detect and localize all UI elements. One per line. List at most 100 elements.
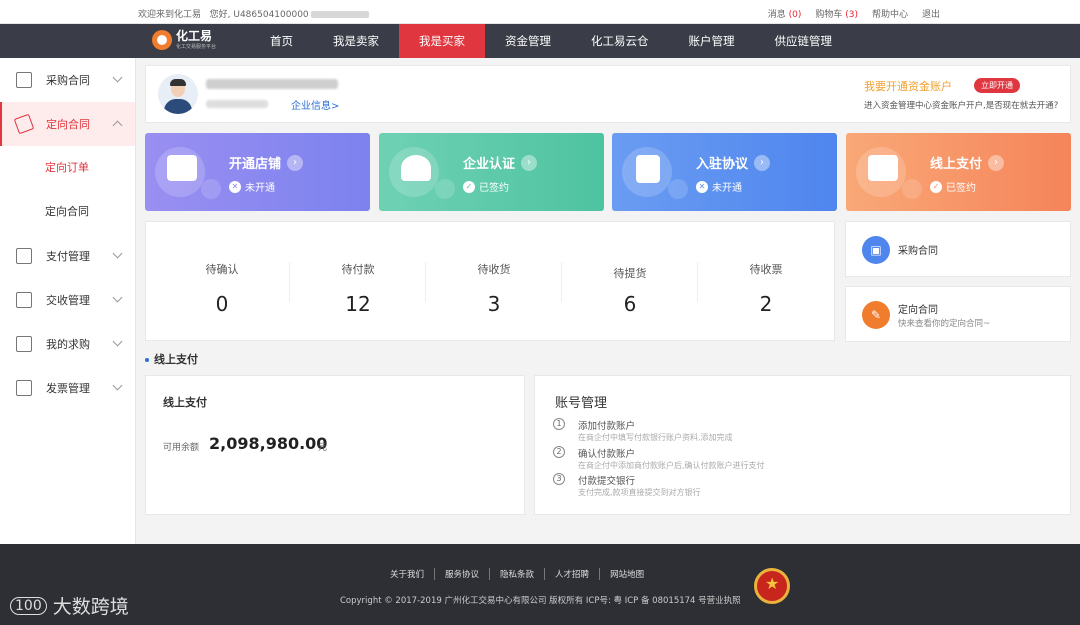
cart-link[interactable]: 购物车 (3) — [815, 7, 858, 20]
sidebar-item-invoice[interactable]: 发票管理 — [0, 366, 135, 410]
sidebar-item-directed-contract[interactable]: 定向合同 — [0, 102, 135, 146]
box-icon — [16, 292, 32, 308]
side-card-purchase-contract[interactable]: ▣ 采购合同 — [845, 221, 1071, 277]
sidebar-subitem-directed-order[interactable]: 定向订单 — [0, 146, 135, 190]
sidebar-item-payment[interactable]: 支付管理 — [0, 234, 135, 278]
step-desc: 在商企付中添加商付款账户后,确认付款账户进行支付 — [578, 461, 765, 470]
footer-link-careers[interactable]: 人才招聘 — [545, 568, 601, 580]
hello-text: 您好, — [209, 10, 231, 20]
balance-label: 可用余额 — [163, 443, 200, 453]
open-account-button[interactable]: 立即开通 — [974, 78, 1020, 93]
chevron-right-icon: › — [521, 154, 538, 171]
sidebar-item-label: 发票管理 — [46, 382, 90, 395]
step-desc: 支付完成,款项直接提交到对方银行 — [578, 488, 701, 497]
stat-label: 待收票 — [749, 263, 783, 276]
promo-subtitle: 进入资金管理中心资金账户开户,是否现在就去开通? — [864, 101, 1059, 111]
sidebar-item-label: 采购合同 — [46, 74, 90, 87]
stat-pending-receipt[interactable]: 待收货 3 — [426, 222, 562, 342]
company-info-link[interactable]: 企业信息> — [291, 97, 339, 112]
nav-seller[interactable]: 我是卖家 — [313, 24, 399, 58]
watermark-text: 大数跨境 — [52, 596, 129, 618]
sidebar-item-my-requests[interactable]: 我的求购 — [0, 322, 135, 366]
chevron-down-icon — [112, 248, 123, 259]
side-card-subtitle: 快来查看你的定向合同~ — [898, 319, 991, 329]
welcome-text: 欢迎来到化工易 — [138, 10, 202, 20]
stat-pending-pickup[interactable]: 待提货 6 — [562, 222, 698, 342]
account-card: 账号管理 1 添加付款账户 在商企付中填写付款银行账户资料,添加完成 2 确认付款账户… — [534, 375, 1071, 515]
side-card-title: 定向合同 — [898, 305, 938, 316]
footer-link-privacy[interactable]: 隐私条款 — [490, 568, 546, 580]
nav-home[interactable]: 首页 — [250, 24, 313, 58]
chevron-up-icon — [112, 120, 123, 131]
nav-menu: 首页 我是卖家 我是买家 资金管理 化工易云仓 账户管理 供应链管理 — [250, 24, 852, 58]
nav-funds[interactable]: 资金管理 — [485, 24, 571, 58]
footer-link-terms[interactable]: 服务协议 — [435, 568, 491, 580]
tile-open-store[interactable]: 开通店铺 › ✕ 未开通 — [145, 133, 370, 211]
stat-pending-confirm[interactable]: 待确认 0 — [154, 222, 290, 342]
footer-link-sitemap[interactable]: 网站地图 — [600, 568, 654, 580]
side-card-title: 采购合同 — [898, 246, 938, 257]
sidebar-item-label: 支付管理 — [46, 250, 90, 263]
list-icon — [16, 336, 32, 352]
nav-supply-chain[interactable]: 供应链管理 — [755, 24, 853, 58]
cart-count: (3) — [845, 10, 858, 20]
phone-blurred — [206, 100, 268, 108]
sidebar-subitem-directed-contract[interactable]: 定向合同 — [0, 190, 135, 234]
logo-tagline: 化工交易服务平台 — [176, 44, 217, 50]
tile-company-verify[interactable]: 企业认证 › ✓ 已签约 — [379, 133, 604, 211]
cart-label: 购物车 — [815, 10, 843, 20]
nav-account[interactable]: 账户管理 — [669, 24, 755, 58]
tile-title: 入驻协议 — [696, 157, 749, 172]
payment-card: 线上支付 可用余额 2,098,980.00 元 — [145, 375, 525, 515]
chevron-down-icon — [112, 292, 123, 303]
logo[interactable]: 化工易 化工交易服务平台 — [152, 30, 216, 50]
tile-title: 开通店铺 — [229, 157, 282, 172]
messages-link[interactable]: 消息 (0) — [768, 7, 802, 20]
user-icon — [401, 155, 431, 181]
cart-icon: ▣ — [862, 236, 890, 264]
nav-cloud-warehouse[interactable]: 化工易云仓 — [571, 24, 669, 58]
stat-value: 6 — [623, 292, 637, 316]
check-icon: ✓ — [463, 180, 475, 193]
account-title: 账号管理 — [555, 396, 608, 411]
chevron-right-icon: › — [988, 154, 1005, 171]
edit-icon: ✎ — [862, 301, 890, 329]
chevron-right-icon: › — [754, 154, 771, 171]
stat-pending-invoice[interactable]: 待收票 2 — [698, 222, 834, 342]
stat-pending-payment[interactable]: 待付款 12 — [290, 222, 426, 342]
chevron-down-icon — [112, 72, 123, 83]
messages-count: (0) — [788, 10, 802, 20]
help-link[interactable]: 帮助中心 — [872, 7, 908, 20]
invoice-icon — [16, 380, 32, 396]
sidebar-item-delivery[interactable]: 交收管理 — [0, 278, 135, 322]
chevron-down-icon — [112, 336, 123, 347]
step-number: 2 — [553, 446, 565, 458]
x-icon: ✕ — [696, 180, 708, 193]
step-title: 确认付款账户 — [578, 449, 636, 460]
tile-status: 已签约 — [479, 183, 509, 194]
side-card-directed-contract[interactable]: ✎ 定向合同 快来查看你的定向合同~ — [845, 286, 1071, 342]
stat-value: 3 — [487, 292, 501, 316]
check-icon: ✓ — [930, 180, 942, 193]
footer-link-about[interactable]: 关于我们 — [380, 568, 436, 580]
stat-value: 0 — [215, 292, 229, 316]
tile-status: 未开通 — [245, 183, 275, 194]
footer: 关于我们 服务协议 隐私条款 人才招聘 网站地图 Copyright © 201… — [0, 544, 1080, 625]
tile-settlement-agreement[interactable]: 入驻协议 › ✕ 未开通 — [612, 133, 837, 211]
welcome-area: 欢迎来到化工易 您好, U486504100000 — [138, 7, 369, 20]
tile-title: 企业认证 — [463, 157, 516, 172]
tile-status: 已签约 — [946, 183, 976, 194]
promo-title[interactable]: 我要开通资金账户 — [864, 78, 952, 94]
tile-title: 线上支付 — [930, 157, 983, 172]
copyright: Copyright © 2017-2019 广州化工交易中心有限公司 版权所有 … — [340, 596, 741, 606]
logout-link[interactable]: 退出 — [922, 7, 940, 20]
sidebar-item-purchase-contract[interactable]: 采购合同 — [0, 58, 135, 102]
tile-online-payment[interactable]: 线上支付 › ✓ 已签约 — [846, 133, 1071, 211]
messages-label: 消息 — [767, 10, 786, 20]
balance-value: 2,098,980.00 — [209, 434, 328, 453]
nav-buyer[interactable]: 我是买家 — [399, 24, 485, 58]
police-emblem-icon[interactable] — [754, 568, 790, 604]
main-navbar: 化工易 化工交易服务平台 首页 我是卖家 我是买家 资金管理 化工易云仓 账户管理… — [0, 24, 1080, 58]
payment-terminal-icon — [868, 155, 898, 181]
profile-card: 企业信息> 我要开通资金账户 立即开通 进入资金管理中心资金账户开户,是否现在就… — [145, 65, 1071, 123]
